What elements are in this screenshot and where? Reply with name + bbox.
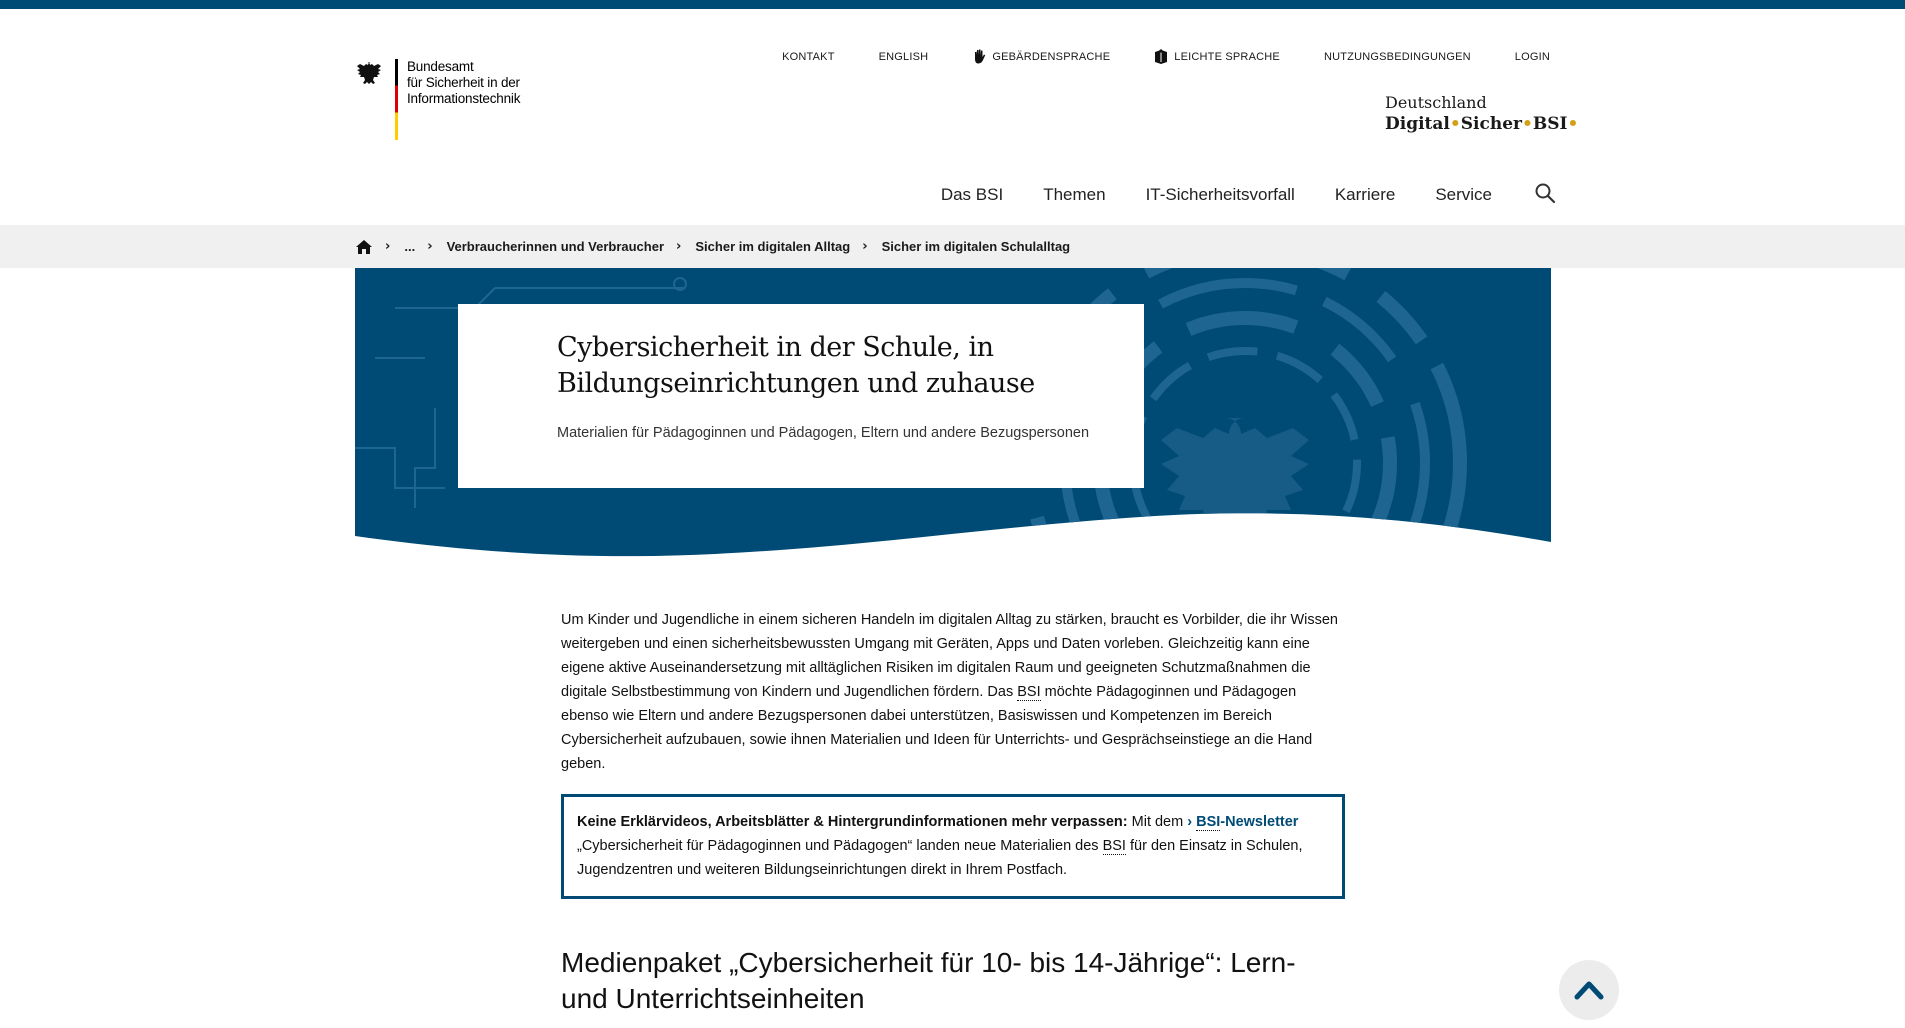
nav-it-sicherheitsvorfall[interactable]: IT-Sicherheitsvorfall: [1146, 185, 1295, 205]
logo-wordmark: Bundesamt für Sicherheit in der Informat…: [407, 59, 521, 106]
nav-karriere[interactable]: Karriere: [1335, 185, 1395, 205]
utility-nav: KONTAKT ENGLISH GEBÄRDENSPRACHE LEICHTE …: [738, 49, 1550, 64]
breadcrumb-item-current: Sicher im digitalen Schulalltag: [881, 239, 1071, 254]
util-link-nutzungsbedingungen[interactable]: NUTZUNGSBEDINGUNGEN: [1324, 49, 1471, 64]
util-link-login[interactable]: LOGIN: [1515, 49, 1550, 64]
breadcrumb: › ... › Verbraucherinnen und Verbraucher…: [0, 225, 1905, 268]
page-title: Cybersicherheit in der Schule, in Bildun…: [557, 332, 1035, 399]
util-link-gebaerdensprache[interactable]: GEBÄRDENSPRACHE: [972, 49, 1110, 64]
search-icon[interactable]: [1534, 182, 1556, 204]
util-link-leichte-sprache[interactable]: LEICHTE SPRACHE: [1154, 49, 1280, 64]
hero-card: Cybersicherheit in der Schule, in Bildun…: [458, 304, 1144, 488]
breadcrumb-item-verbraucher[interactable]: Verbraucherinnen und Verbraucher: [447, 239, 664, 254]
chevron-right-icon: ›: [676, 239, 682, 254]
main-nav: Das BSI Themen IT-Sicherheitsvorfall Kar…: [901, 182, 1556, 206]
easy-language-book-icon: [1155, 49, 1168, 64]
util-link-english[interactable]: ENGLISH: [879, 49, 929, 64]
nav-service[interactable]: Service: [1435, 185, 1492, 205]
breadcrumb-item-alltag[interactable]: Sicher im digitalen Alltag: [695, 239, 850, 254]
abbr-bsi: BSI: [1102, 838, 1126, 855]
util-link-kontakt[interactable]: KONTAKT: [782, 49, 835, 64]
abbr-bsi: BSI: [1017, 684, 1041, 701]
chevron-up-icon: [1574, 981, 1604, 1000]
intro-paragraph: Um Kinder und Jugendliche in einem siche…: [561, 612, 1338, 772]
chevron-right-icon: ›: [385, 239, 391, 254]
hero-banner: Cybersicherheit in der Schule, in Bildun…: [355, 268, 1551, 580]
main-content: Um Kinder und Jugendliche in einem siche…: [561, 608, 1345, 1017]
newsletter-notice-box: Keine Erklärvideos, Arbeitsblätter & Hin…: [561, 794, 1345, 899]
bsi-logo-link[interactable]: Bundesamt für Sicherheit in der Informat…: [355, 59, 555, 149]
top-accent-bar: [0, 0, 1905, 9]
chevron-right-icon: ›: [427, 239, 433, 254]
site-header: Bundesamt für Sicherheit in der Informat…: [0, 9, 1905, 225]
brand-wordmark: Digital•Sicher•BSI•: [1385, 114, 1579, 134]
digital-sicher-bsi-logo[interactable]: Deutschland Digital•Sicher•BSI•: [1385, 93, 1578, 135]
breadcrumb-item-ellipsis[interactable]: ...: [404, 239, 415, 254]
nav-das-bsi[interactable]: Das BSI: [941, 185, 1003, 205]
federal-eagle-icon: [357, 62, 381, 84]
section-title-medienpaket: Medienpaket „Cybersicherheit für 10- bis…: [561, 947, 1296, 1014]
bsi-newsletter-link[interactable]: › BSI-Newsletter: [1187, 814, 1298, 831]
page-subtitle: Materialien für Pädagoginnen und Pädagog…: [557, 425, 1090, 441]
back-to-top-button[interactable]: [1559, 960, 1619, 1020]
chevron-right-icon: ›: [862, 239, 868, 254]
breadcrumb-list: › ... › Verbraucherinnen und Verbraucher…: [355, 225, 1070, 268]
nav-themen[interactable]: Themen: [1043, 185, 1105, 205]
home-icon[interactable]: [355, 239, 373, 255]
sign-language-hand-icon: [975, 49, 986, 64]
german-flag-bar: [395, 59, 398, 140]
